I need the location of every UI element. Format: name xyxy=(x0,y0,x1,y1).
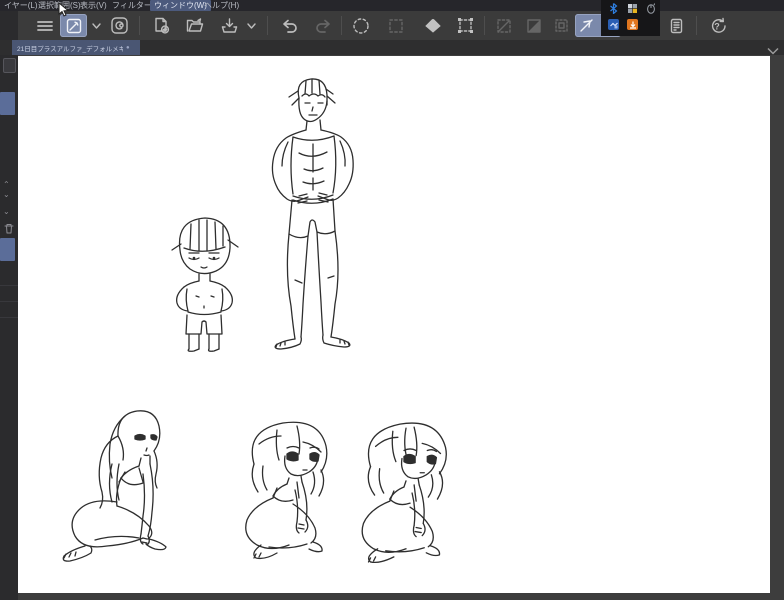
selection-border-icon[interactable] xyxy=(550,14,572,37)
undo-icon[interactable] xyxy=(276,14,302,37)
chevron-down-icon[interactable] xyxy=(89,14,103,37)
clip-studio-logo-icon[interactable] xyxy=(106,14,132,37)
quick-access-panel-icon[interactable] xyxy=(664,14,688,37)
main-toolbar: ? xyxy=(18,11,784,40)
pointing-device-icon[interactable] xyxy=(645,3,656,14)
figure-sitting-chibi-girl-1 xyxy=(233,414,341,564)
trash-icon[interactable] xyxy=(4,223,14,234)
figure-sitting-girl-long-hair xyxy=(55,404,177,568)
invert-selection-icon[interactable] xyxy=(522,14,546,37)
menu-help[interactable]: ヘルプ(H) xyxy=(200,0,243,11)
document-tab[interactable]: 21日目プラスアルファ_デフォルメキャラを描こうBODY* ● xyxy=(12,40,140,55)
chevron-down-icon[interactable]: ⌄ xyxy=(3,208,10,216)
figure-chibi-boy xyxy=(163,208,247,352)
document-tab-bar: 21日目プラスアルファ_デフォルメキャラを描こうBODY* ● xyxy=(0,40,784,55)
toolbar-separator xyxy=(341,16,342,35)
open-file-icon[interactable] xyxy=(182,14,208,37)
updater-icon[interactable] xyxy=(627,19,638,30)
document-canvas[interactable] xyxy=(18,56,770,593)
spin-down-icon[interactable]: ⌄ xyxy=(3,191,10,199)
help-icon[interactable]: ? xyxy=(706,14,732,37)
menu-bar: イヤー(L) 選択範囲(S) 表示(V) フィルター(I) ウィンドウ(W) ヘ… xyxy=(0,0,784,11)
clear-selection-icon[interactable] xyxy=(492,14,516,37)
toolbar-separator xyxy=(139,16,140,35)
divider xyxy=(0,301,18,302)
divider xyxy=(0,285,18,286)
palette-button-partial[interactable] xyxy=(3,58,16,73)
deselect-icon[interactable] xyxy=(348,14,374,37)
tab-list-chevron-icon[interactable] xyxy=(767,42,779,60)
new-document-icon[interactable] xyxy=(148,14,174,37)
figure-sitting-chibi-girl-2 xyxy=(350,414,460,566)
help-glyph: ? xyxy=(714,22,720,32)
reselect-icon[interactable] xyxy=(384,14,408,37)
toolbar-separator xyxy=(267,16,268,35)
left-panel-sliver: ⌃ ⌄ ⌄ xyxy=(0,11,18,600)
modified-indicator: ● xyxy=(126,45,130,51)
spin-up-icon[interactable]: ⌃ xyxy=(3,181,10,189)
redo-icon[interactable] xyxy=(310,14,336,37)
figure-standing-man xyxy=(262,74,362,352)
mouse-cursor xyxy=(58,2,69,18)
menu-view[interactable]: 表示(V) xyxy=(76,0,111,11)
system-tray-popup xyxy=(601,0,660,36)
palette-selected-item[interactable] xyxy=(0,92,15,115)
hamburger-menu-icon[interactable] xyxy=(32,14,58,37)
palette-selected-item-2[interactable] xyxy=(0,238,15,261)
bluetooth-icon[interactable] xyxy=(608,3,619,14)
clip-studio-paint-window: イヤー(L) 選択範囲(S) 表示(V) フィルター(I) ウィンドウ(W) ヘ… xyxy=(0,0,784,600)
toolbar-separator xyxy=(696,16,697,35)
quick-mask-icon[interactable] xyxy=(420,14,446,37)
divider xyxy=(0,317,18,318)
security-shield-icon[interactable] xyxy=(627,3,638,14)
graphics-utility-icon[interactable] xyxy=(608,19,619,30)
transform-icon[interactable] xyxy=(452,14,478,37)
canvas-area[interactable] xyxy=(0,55,784,600)
toolbar-separator xyxy=(484,16,485,35)
save-icon[interactable] xyxy=(216,14,242,37)
document-title: 21日目プラスアルファ_デフォルメキャラを描こうBODY* xyxy=(17,43,123,53)
chevron-down-icon[interactable] xyxy=(244,14,258,37)
